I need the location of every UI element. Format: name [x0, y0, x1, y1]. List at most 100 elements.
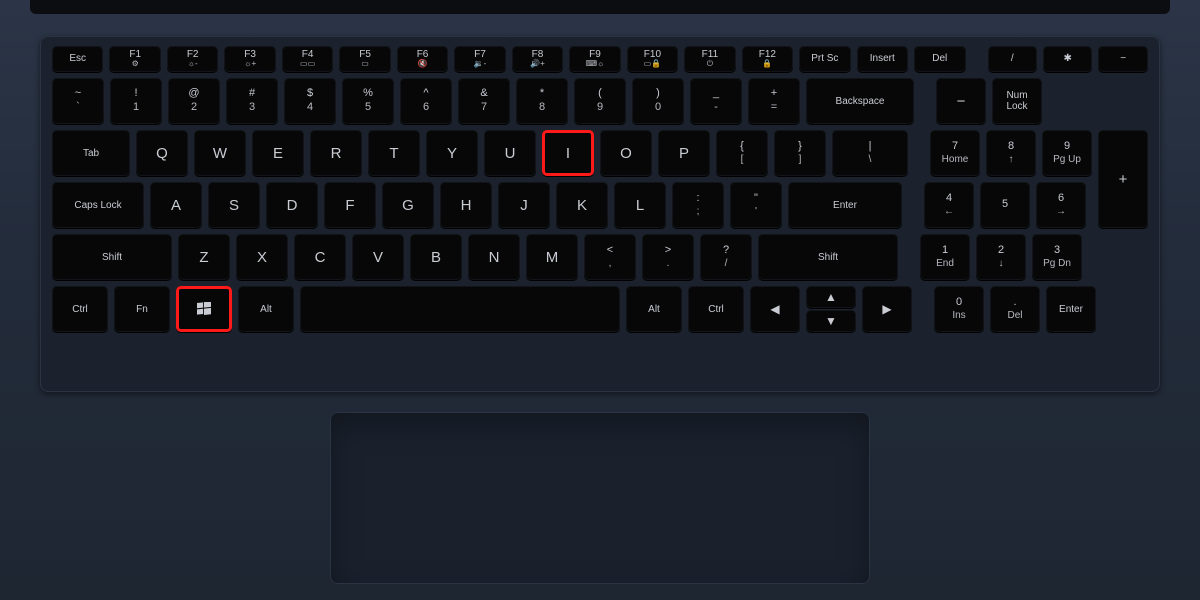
- key-End[interactable]: 1End: [920, 234, 970, 280]
- key-8[interactable]: *8: [516, 78, 568, 124]
- key-→[interactable]: 6→: [1036, 182, 1086, 228]
- f2-key[interactable]: F2☼-: [167, 46, 218, 72]
- numpad-enter-key[interactable]: Enter: [1046, 286, 1096, 332]
- alt-right-key[interactable]: Alt: [626, 286, 682, 332]
- key-1[interactable]: !1: [110, 78, 162, 124]
- func-/-key[interactable]: /: [988, 46, 1037, 72]
- numlock-key[interactable]: Num Lock: [992, 78, 1042, 124]
- key-p[interactable]: P: [658, 130, 710, 176]
- key-z[interactable]: Z: [178, 234, 230, 280]
- key-t[interactable]: T: [368, 130, 420, 176]
- func-esc-key[interactable]: Esc: [52, 46, 103, 72]
- key-g[interactable]: G: [382, 182, 434, 228]
- f1-key[interactable]: F1⚙: [109, 46, 160, 72]
- key-Home[interactable]: 7Home: [930, 130, 980, 176]
- shift-right-key[interactable]: Shift: [758, 234, 898, 280]
- key-k[interactable]: K: [556, 182, 608, 228]
- numpad-minus-key[interactable]: −: [936, 78, 986, 124]
- key-6[interactable]: ^6: [400, 78, 452, 124]
- key-;[interactable]: :;: [672, 182, 724, 228]
- q-row: Tab QWERTYUIOP {[}]|\ 7Home8↑9Pg Up: [52, 130, 1148, 176]
- backspace-key[interactable]: Backspace: [806, 78, 914, 124]
- key-7[interactable]: &7: [458, 78, 510, 124]
- key-y[interactable]: Y: [426, 130, 478, 176]
- f4-key[interactable]: F4▭▭: [282, 46, 333, 72]
- key-e[interactable]: E: [252, 130, 304, 176]
- f5-key[interactable]: F5▭: [339, 46, 390, 72]
- alt-left-key[interactable]: Alt: [238, 286, 294, 332]
- key-i[interactable]: I: [542, 130, 594, 176]
- key-3[interactable]: #3: [226, 78, 278, 124]
- key-l[interactable]: L: [614, 182, 666, 228]
- key-f[interactable]: F: [324, 182, 376, 228]
- f12-key[interactable]: F12🔒: [742, 46, 793, 72]
- key-9[interactable]: (9: [574, 78, 626, 124]
- key-,[interactable]: <,: [584, 234, 636, 280]
- tab-key[interactable]: Tab: [52, 130, 130, 176]
- key-m[interactable]: M: [526, 234, 578, 280]
- ctrl-left-key[interactable]: Ctrl: [52, 286, 108, 332]
- key-j[interactable]: J: [498, 182, 550, 228]
- arrow-down-key[interactable]: ▼: [806, 310, 856, 332]
- enter-key[interactable]: Enter: [788, 182, 902, 228]
- trackpad[interactable]: [330, 412, 870, 584]
- key-r[interactable]: R: [310, 130, 362, 176]
- func-−-key[interactable]: −: [1098, 46, 1147, 72]
- key-↓[interactable]: 2↓: [976, 234, 1026, 280]
- key-\[interactable]: |\: [832, 130, 908, 176]
- f8-key[interactable]: F8🔊+: [512, 46, 563, 72]
- ctrl-right-key[interactable]: Ctrl: [688, 286, 744, 332]
- arrow-up-key[interactable]: ▲: [806, 286, 856, 308]
- key-0[interactable]: )0: [632, 78, 684, 124]
- key-q[interactable]: Q: [136, 130, 188, 176]
- key-h[interactable]: H: [440, 182, 492, 228]
- key-u[interactable]: U: [484, 130, 536, 176]
- key-5[interactable]: %5: [342, 78, 394, 124]
- key-s[interactable]: S: [208, 182, 260, 228]
- f11-key[interactable]: F11⏻: [684, 46, 735, 72]
- key-.[interactable]: >.: [642, 234, 694, 280]
- f7-key[interactable]: F7🔉-: [454, 46, 505, 72]
- f6-key[interactable]: F6🔇: [397, 46, 448, 72]
- key-c[interactable]: C: [294, 234, 346, 280]
- key-'[interactable]: "': [730, 182, 782, 228]
- key-/[interactable]: ?/: [700, 234, 752, 280]
- numpad-plus-key[interactable]: +: [1098, 130, 1148, 228]
- key-Pg Up[interactable]: 9Pg Up: [1042, 130, 1092, 176]
- key-n[interactable]: N: [468, 234, 520, 280]
- key-d[interactable]: D: [266, 182, 318, 228]
- arrow-right-key[interactable]: ▶: [862, 286, 912, 332]
- key-o[interactable]: O: [600, 130, 652, 176]
- key-`[interactable]: ~`: [52, 78, 104, 124]
- key-5[interactable]: 5: [980, 182, 1030, 228]
- key-←[interactable]: 4←: [924, 182, 974, 228]
- f9-key[interactable]: F9⌨☼: [569, 46, 620, 72]
- key-↑[interactable]: 8↑: [986, 130, 1036, 176]
- key-w[interactable]: W: [194, 130, 246, 176]
- space-key[interactable]: [300, 286, 620, 332]
- f3-key[interactable]: F3☼+: [224, 46, 275, 72]
- shift-left-key[interactable]: Shift: [52, 234, 172, 280]
- capslock-key[interactable]: Caps Lock: [52, 182, 144, 228]
- func-✱-key[interactable]: ✱: [1043, 46, 1092, 72]
- key-x[interactable]: X: [236, 234, 288, 280]
- key-=[interactable]: +=: [748, 78, 800, 124]
- key-[[interactable]: {[: [716, 130, 768, 176]
- func-del-key[interactable]: Del: [914, 46, 965, 72]
- fn-key[interactable]: Fn: [114, 286, 170, 332]
- windows-key[interactable]: [176, 286, 232, 332]
- func-prt sc-key[interactable]: Prt Sc: [799, 46, 850, 72]
- key-Ins[interactable]: 0Ins: [934, 286, 984, 332]
- key--[interactable]: _-: [690, 78, 742, 124]
- key-2[interactable]: @2: [168, 78, 220, 124]
- key-b[interactable]: B: [410, 234, 462, 280]
- key-v[interactable]: V: [352, 234, 404, 280]
- key-][interactable]: }]: [774, 130, 826, 176]
- key-Del[interactable]: .Del: [990, 286, 1040, 332]
- key-4[interactable]: $4: [284, 78, 336, 124]
- arrow-left-key[interactable]: ◀: [750, 286, 800, 332]
- f10-key[interactable]: F10▭🔒: [627, 46, 678, 72]
- func-insert-key[interactable]: Insert: [857, 46, 908, 72]
- key-Pg Dn[interactable]: 3Pg Dn: [1032, 234, 1082, 280]
- key-a[interactable]: A: [150, 182, 202, 228]
